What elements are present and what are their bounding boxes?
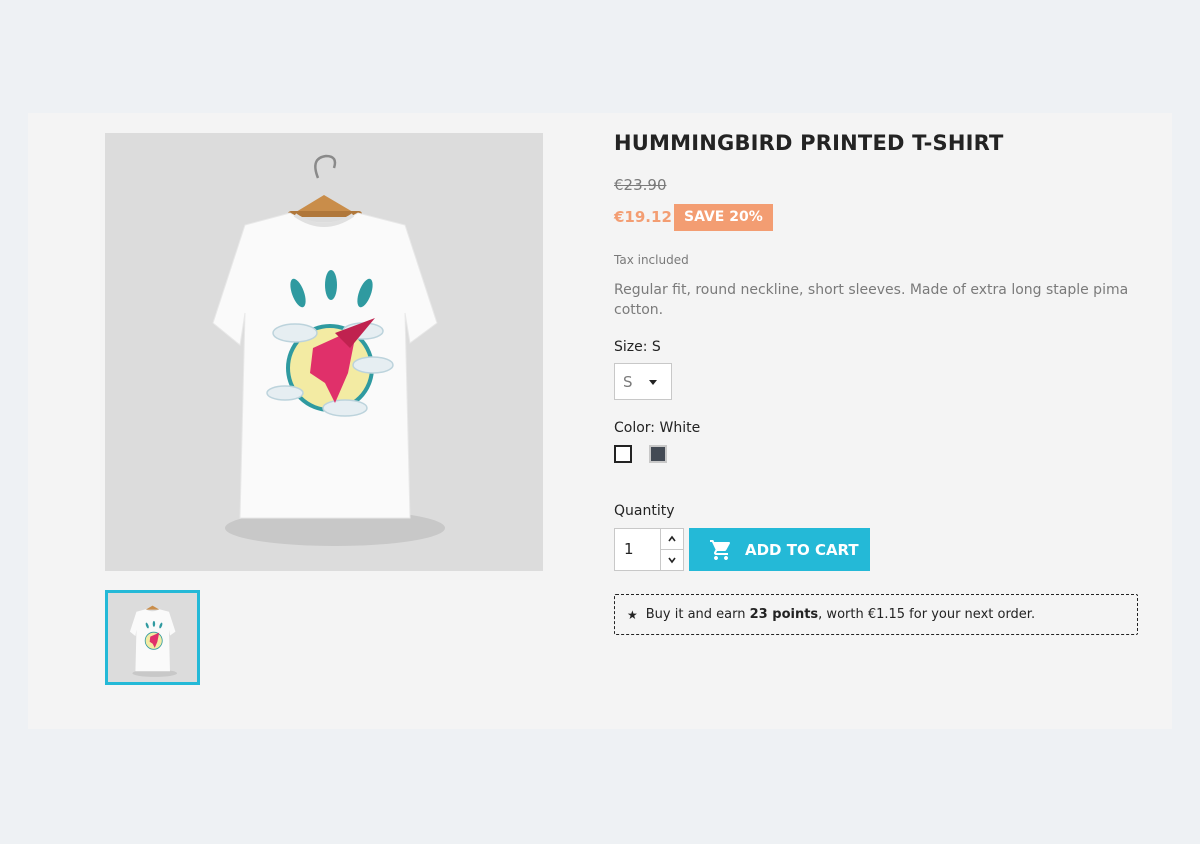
add-to-cart-button[interactable]: ADD TO CART	[689, 528, 870, 571]
tshirt-thumbnail-image	[108, 593, 197, 682]
caret-down-icon	[649, 380, 657, 385]
add-to-cart-label: ADD TO CART	[745, 540, 859, 559]
loyalty-points-box: ★ Buy it and earn 23 points, worth €1.15…	[614, 594, 1138, 635]
points-prefix: Buy it and earn	[645, 607, 746, 622]
chevron-up-icon	[668, 535, 676, 542]
size-select[interactable]: S	[614, 363, 672, 400]
regular-price: €23.90	[614, 176, 667, 194]
current-price: €19.12	[614, 208, 672, 226]
product-title: HUMMINGBIRD PRINTED T-SHIRT	[614, 131, 1004, 155]
tshirt-illustration	[105, 133, 543, 571]
product-description: Regular fit, round neckline, short sleev…	[614, 282, 1129, 318]
quantity-label: Quantity	[614, 503, 675, 519]
discount-badge: SAVE 20%	[674, 204, 773, 231]
points-amount: 23 points	[749, 607, 819, 622]
breadcrumb-remnant	[310, 113, 380, 119]
color-swatch-gray[interactable]	[649, 445, 667, 463]
quantity-value: 1	[624, 540, 634, 558]
star-icon: ★	[627, 607, 638, 622]
points-suffix: , worth €1.15 for your next order.	[818, 607, 1036, 622]
color-label: Color: White	[614, 420, 701, 436]
product-main-image[interactable]	[105, 133, 543, 571]
quantity-input[interactable]: 1	[614, 528, 661, 571]
chevron-down-icon	[668, 557, 676, 564]
quantity-increase-button[interactable]	[660, 528, 684, 550]
color-swatch-white[interactable]	[614, 445, 632, 463]
size-select-value: S	[623, 373, 633, 391]
shopping-cart-icon	[710, 539, 731, 560]
tax-note: Tax included	[614, 253, 689, 267]
quantity-decrease-button[interactable]	[660, 549, 684, 571]
product-thumbnail[interactable]	[105, 590, 200, 685]
size-label: Size: S	[614, 339, 661, 355]
